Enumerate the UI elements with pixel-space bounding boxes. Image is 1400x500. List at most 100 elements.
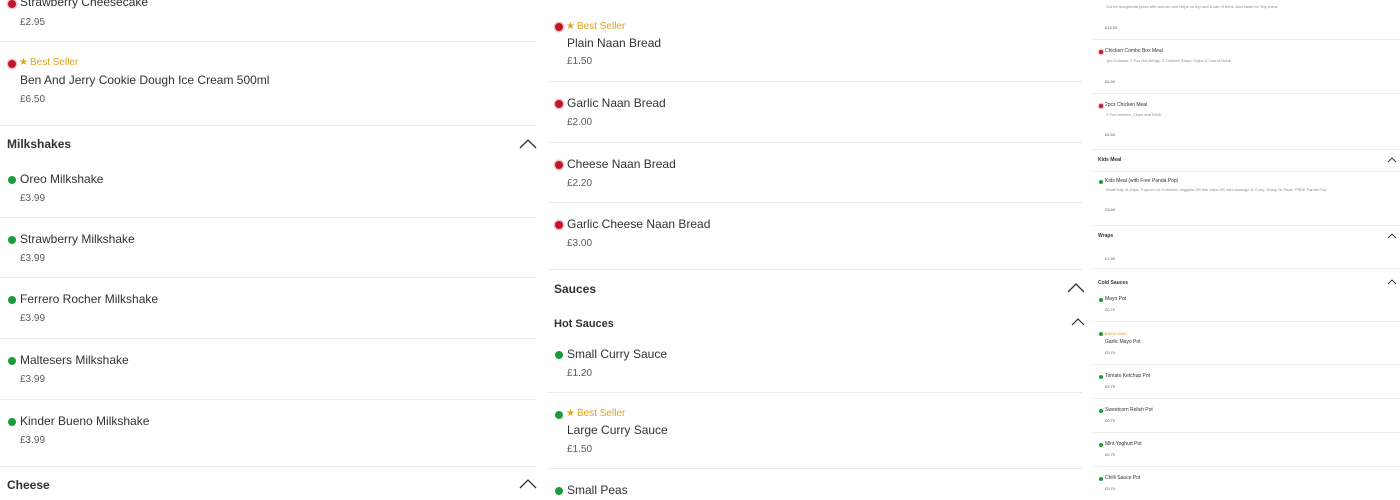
section-header-kids-meal[interactable]: Kids Meal xyxy=(1092,150,1400,172)
section-title: Milkshakes xyxy=(7,137,72,151)
menu-item-kinder-bueno-milkshake[interactable]: Kinder Bueno Milkshake £3.99 xyxy=(0,400,536,467)
menu-item-chilli-sauce-pot[interactable]: Chilli Sauce Pot £0.70 xyxy=(1092,467,1400,500)
item-name: Small Curry Sauce xyxy=(567,347,668,361)
veg-indicator-icon xyxy=(8,296,16,304)
item-price: £3.99 xyxy=(20,253,46,264)
menu-item-garlic-naan-bread[interactable]: Garlic Naan Bread £2.00 xyxy=(547,82,1082,143)
item-name: Plain Naan Bread xyxy=(567,36,662,50)
item-price: £1.50 xyxy=(567,56,593,67)
item-price: £3.99 xyxy=(20,435,46,446)
item-name: Chilli Sauce Pot xyxy=(1105,475,1141,481)
item-price: £3.00 xyxy=(567,238,593,249)
section-header-wraps[interactable]: Wraps xyxy=(1092,226,1400,247)
menu-item-2pcs-chicken-meal[interactable]: 2pcs Chicken Meal 2 Pcs chicken, Chips a… xyxy=(1092,94,1400,150)
item-name: Garlic Naan Bread xyxy=(567,96,666,110)
menu-item-small-peas[interactable]: Small Peas xyxy=(547,469,1082,500)
subsection-header-hot-sauces[interactable]: Hot Sauces xyxy=(547,308,1085,338)
item-name: Strawberry Milkshake xyxy=(20,232,135,246)
item-description: 1pc Chicken, 2 Pcs Hot Wings, 2 Chicken … xyxy=(1106,58,1231,63)
item-price: £3.99 xyxy=(20,193,46,204)
item-description: Small tray of chips, Popcorn or 4 chicke… xyxy=(1106,187,1327,192)
item-name: Tomato Ketchup Pot xyxy=(1105,373,1151,379)
menu-item-mint-yoghurt-pot[interactable]: Mint Yoghurt Pot £0.70 xyxy=(1092,433,1400,467)
item-price: £0.70 xyxy=(1105,350,1116,355)
item-price: £13.00 xyxy=(1105,25,1118,30)
item-name: Small Peas xyxy=(567,483,628,497)
item-name: 2pcs Chicken Meal xyxy=(1105,102,1148,108)
chevron-up-icon[interactable] xyxy=(519,139,537,149)
item-name: Oreo Milkshake xyxy=(20,172,104,186)
item-price: £1.50 xyxy=(1105,256,1116,261)
menu-column-right: 12inch margherita pizza with donner and … xyxy=(1092,0,1400,500)
section-header-cheese[interactable]: Cheese xyxy=(0,467,537,500)
item-name: Ferrero Rocher Milkshake xyxy=(20,292,159,306)
chevron-up-icon[interactable] xyxy=(1071,318,1085,326)
chevron-up-icon[interactable] xyxy=(1387,279,1397,285)
menu-item-kids-meal[interactable]: Kids Meal (with Free Panda Pop) Small tr… xyxy=(1092,172,1400,226)
menu-item-strawberry-milkshake[interactable]: Strawberry Milkshake £3.99 xyxy=(0,218,536,278)
section-header-cold-sauces[interactable]: Cold Sauces xyxy=(1092,269,1400,293)
item-price: £2.95 xyxy=(20,17,46,28)
item-name: Sweetcorn Relish Pot xyxy=(1105,407,1153,413)
chevron-up-icon[interactable] xyxy=(519,479,537,489)
veg-indicator-icon xyxy=(1099,298,1103,302)
menu-item-garlic-mayo-pot[interactable]: ★Best Seller Garlic Mayo Pot £0.70 xyxy=(1092,322,1400,365)
menu-item-large-curry-sauce[interactable]: ★ Best Seller Large Curry Sauce £1.50 xyxy=(547,393,1082,469)
best-seller-badge: ★Best Seller xyxy=(566,408,626,419)
item-name: Maltesers Milkshake xyxy=(20,353,129,367)
subsection-title: Hot Sauces xyxy=(554,318,614,330)
star-icon: ★ xyxy=(19,57,28,68)
item-name: Strawberry Cheesecake xyxy=(20,0,149,9)
menu-column-middle: ★ Best Seller Plain Naan Bread £1.50 Garl… xyxy=(547,0,1090,500)
nonveg-indicator-icon xyxy=(555,221,563,229)
nonveg-indicator-icon xyxy=(555,161,563,169)
section-title: Sauces xyxy=(554,282,597,296)
menu-item-garlic-cheese-naan-bread[interactable]: Garlic Cheese Naan Bread £3.00 xyxy=(547,203,1082,270)
menu-item-plain-naan-bread[interactable]: ★ Best Seller Plain Naan Bread £1.50 xyxy=(547,0,1082,82)
item-name: Mayo Pot xyxy=(1105,296,1127,302)
item-name: Garlic Mayo Pot xyxy=(1105,339,1141,345)
section-header-milkshakes[interactable]: Milkshakes xyxy=(0,126,537,162)
menu-item-wrap[interactable]: £1.50 xyxy=(1092,247,1400,269)
chevron-up-icon[interactable] xyxy=(1387,157,1397,163)
item-price: £2.20 xyxy=(567,178,593,189)
menu-item-pizza-meal[interactable]: 12inch margherita pizza with donner and … xyxy=(1092,0,1400,40)
nonveg-indicator-icon xyxy=(1099,104,1103,108)
menu-item-maltesers-milkshake[interactable]: Maltesers Milkshake £3.99 xyxy=(0,339,536,400)
veg-indicator-icon xyxy=(8,418,16,426)
item-price: £6.50 xyxy=(20,94,46,105)
chevron-up-icon[interactable] xyxy=(1067,283,1085,293)
item-description: 12inch margherita pizza with donner and … xyxy=(1106,4,1279,9)
menu-item-ben-and-jerry[interactable]: ★ Best Seller Ben And Jerry Cookie Dough … xyxy=(0,42,536,126)
item-price: £1.20 xyxy=(567,368,593,379)
nonveg-indicator-icon xyxy=(555,100,563,108)
item-price: £3.80 xyxy=(1105,207,1116,212)
menu-item-oreo-milkshake[interactable]: Oreo Milkshake £3.99 xyxy=(0,162,536,218)
section-title: Wraps xyxy=(1098,233,1114,239)
veg-indicator-icon xyxy=(1099,443,1103,447)
menu-item-sweetcorn-relish-pot[interactable]: Sweetcorn Relish Pot £0.70 xyxy=(1092,399,1400,433)
nonveg-indicator-icon xyxy=(8,60,16,68)
section-title: Kids Meal xyxy=(1098,157,1122,163)
chevron-up-icon[interactable] xyxy=(1387,233,1397,239)
item-price: £0.70 xyxy=(1105,307,1116,312)
veg-indicator-icon xyxy=(1099,375,1103,379)
item-name: Large Curry Sauce xyxy=(567,423,668,437)
veg-indicator-icon xyxy=(555,487,563,495)
item-price: £3.99 xyxy=(20,313,46,324)
section-header-sauces[interactable]: Sauces xyxy=(547,270,1085,308)
item-name: Cheese Naan Bread xyxy=(567,157,676,171)
menu-item-chicken-combo-box-meal[interactable]: Chicken Combo Box Meal 1pc Chicken, 2 Pc… xyxy=(1092,40,1400,94)
veg-indicator-icon xyxy=(555,411,563,419)
section-title: Cold Sauces xyxy=(1098,280,1129,286)
menu-item-mayo-pot[interactable]: Mayo Pot £0.70 xyxy=(1092,293,1400,322)
best-seller-badge: ★Best Seller xyxy=(566,21,626,32)
menu-item-cheese-naan-bread[interactable]: Cheese Naan Bread £2.20 xyxy=(547,143,1082,203)
menu-item-ferrero-rocher-milkshake[interactable]: Ferrero Rocher Milkshake £3.99 xyxy=(0,278,536,339)
item-price: £6.50 xyxy=(1105,79,1116,84)
item-description: 2 Pcs chicken, Chips and Drink xyxy=(1106,112,1162,117)
menu-item-tomato-ketchup-pot[interactable]: Tomato Ketchup Pot £0.70 xyxy=(1092,365,1400,399)
menu-item-small-curry-sauce[interactable]: Small Curry Sauce £1.20 xyxy=(547,338,1082,393)
menu-column-left: Strawberry Cheesecake £2.95 ★ Best Seller… xyxy=(0,0,544,500)
menu-item-strawberry-cheesecake[interactable]: Strawberry Cheesecake £2.95 xyxy=(0,0,536,42)
